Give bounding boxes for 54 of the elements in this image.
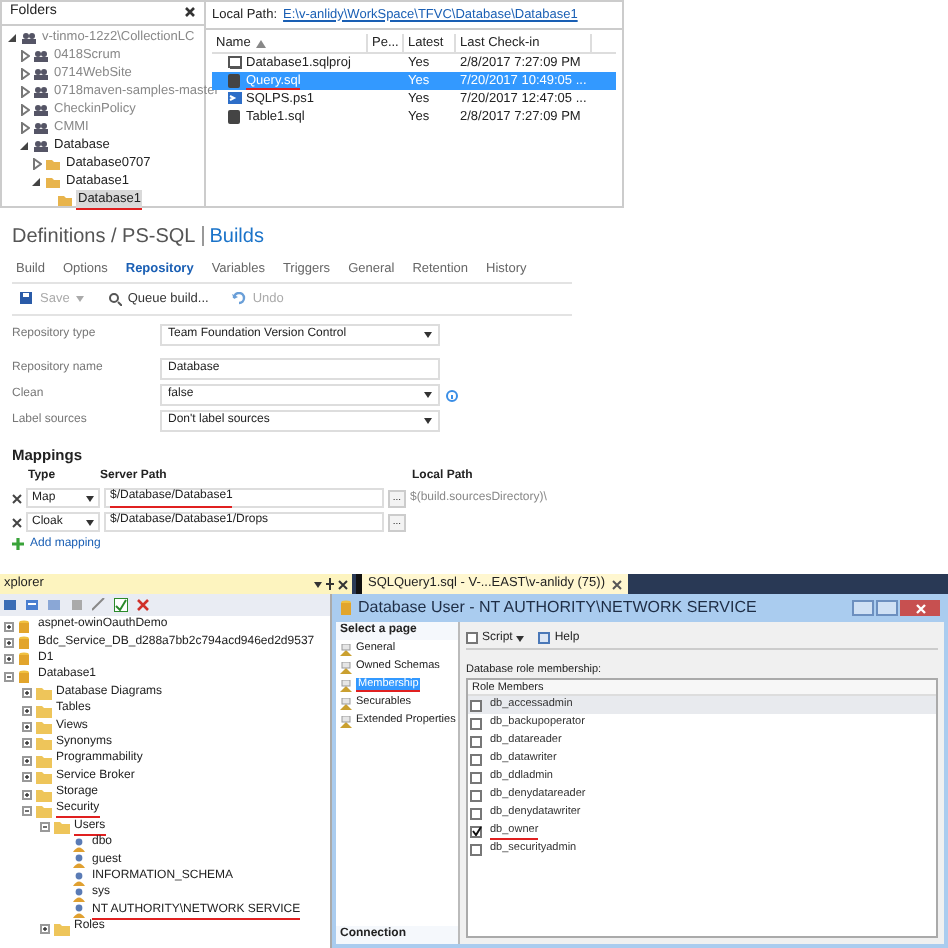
window-title: Database User - NT AUTHORITY\NETWORK SERVICE: [358, 596, 759, 620]
close-icon: [915, 603, 925, 613]
undo-icon: [232, 292, 247, 306]
page-title[interactable]: Builds: [209, 221, 264, 251]
page-icon: [340, 679, 352, 691]
caret-icon: [75, 296, 84, 302]
caret-icon: [424, 332, 432, 338]
caret-icon: [86, 519, 94, 525]
team-project-icon: [34, 68, 48, 80]
sql-file-icon: [228, 74, 242, 88]
pin-icon: [326, 578, 334, 590]
plus-icon: [12, 538, 24, 550]
save-icon: [20, 292, 34, 306]
maximize-button[interactable]: [876, 600, 898, 616]
close-icon: [184, 6, 196, 19]
team-project-icon: [34, 140, 48, 152]
sort-arrow-icon: [256, 39, 267, 47]
checkbox[interactable]: [470, 735, 482, 747]
script-file-icon: [228, 92, 242, 106]
caret-icon: [424, 392, 432, 398]
team-project-icon: [34, 122, 48, 134]
caret-icon: [424, 418, 432, 424]
team-project-icon: [22, 32, 36, 44]
page-icon: [340, 643, 352, 655]
check-icon: [471, 826, 481, 836]
project-file-icon: [228, 56, 242, 70]
delete-icon: [12, 517, 22, 527]
close-icon: [612, 579, 623, 589]
checkbox[interactable]: [470, 753, 482, 765]
team-project-icon: [34, 50, 48, 62]
page-icon: [340, 715, 352, 727]
sql-file-icon: [228, 110, 242, 124]
caret-icon: [314, 581, 322, 587]
close-button[interactable]: [900, 600, 940, 616]
team-project-icon: [34, 104, 48, 116]
database-icon: [340, 600, 352, 616]
checkbox[interactable]: [470, 807, 482, 819]
checkbox[interactable]: [470, 771, 482, 783]
page-icon: [340, 697, 352, 709]
breadcrumb: Definitions / PS-SQL: [12, 223, 196, 251]
close-icon: [338, 579, 348, 589]
checkbox[interactable]: [470, 843, 482, 855]
caret-icon: [516, 635, 525, 641]
folder-icon: [54, 921, 70, 936]
team-project-icon: [34, 86, 48, 98]
page-icon: [340, 661, 352, 673]
minimize-button[interactable]: [852, 600, 874, 616]
stop-icon: [70, 598, 84, 612]
checkbox[interactable]: [470, 789, 482, 801]
delete-icon: [12, 493, 22, 503]
checkbox[interactable]: [470, 699, 482, 711]
checkbox[interactable]: [470, 825, 482, 837]
checkbox[interactable]: [470, 717, 482, 729]
caret-icon: [86, 495, 94, 501]
